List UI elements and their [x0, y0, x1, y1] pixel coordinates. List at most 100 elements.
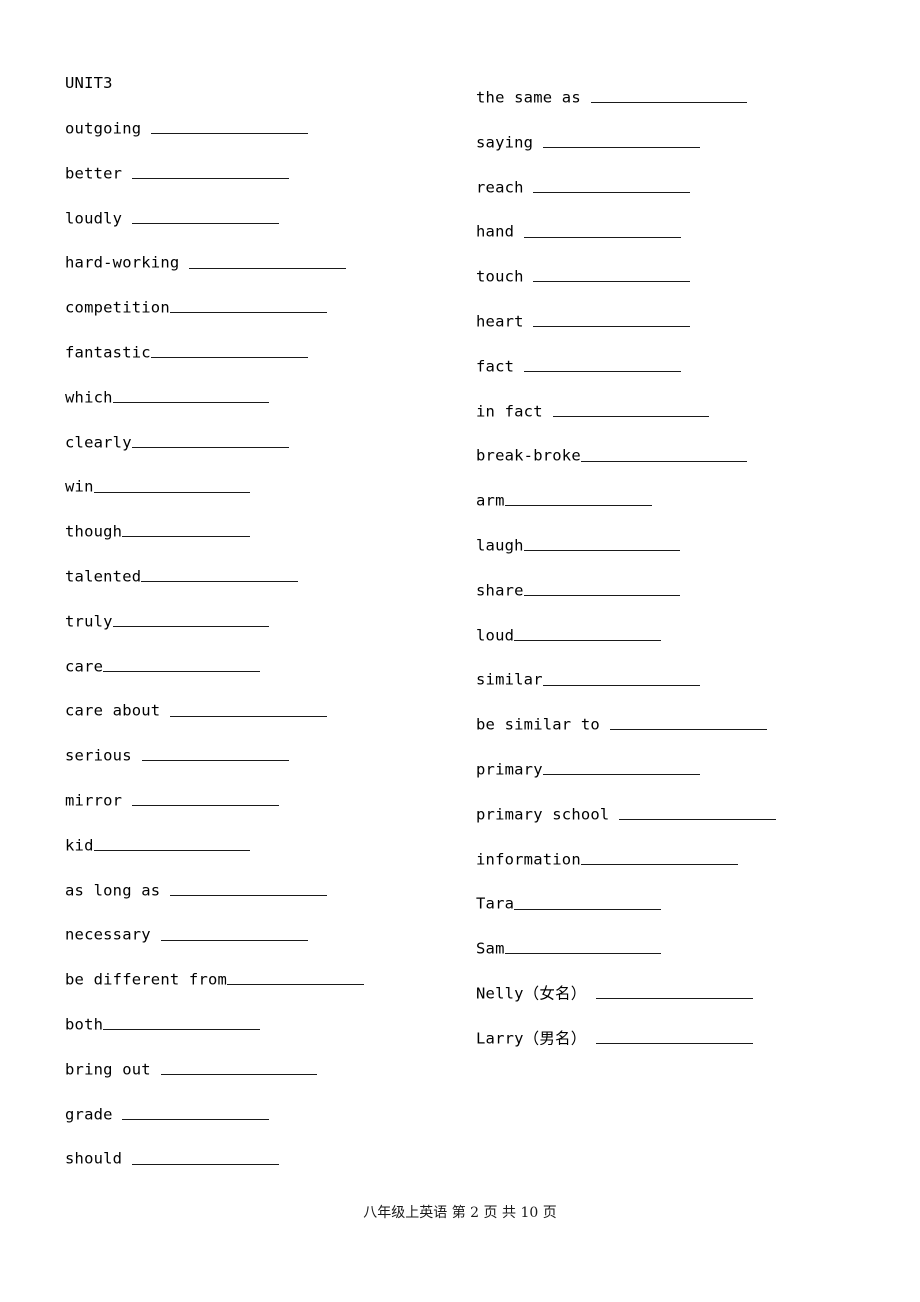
answer-blank[interactable] [112, 612, 270, 628]
answer-blank[interactable] [170, 881, 327, 896]
vocab-entry: Nelly（女名） [476, 984, 754, 1003]
answer-blank[interactable] [523, 222, 681, 238]
answer-blank[interactable] [160, 925, 308, 941]
vocab-word: laugh [476, 536, 524, 555]
vocab-word: fact [476, 357, 515, 376]
answer-blank[interactable] [552, 402, 710, 417]
vocab-entry: outgoing [65, 119, 308, 137]
answer-blank[interactable] [542, 760, 700, 776]
worksheet-page: UNIT3 outgoing better loudly hard-working co… [0, 0, 920, 1302]
vocab-entry: which [65, 388, 270, 407]
vocab-word: Nelly（女名） [476, 984, 587, 1003]
vocab-entry: be different from [65, 970, 365, 988]
answer-blank[interactable] [93, 477, 251, 493]
answer-blank[interactable] [533, 178, 691, 193]
answer-blank[interactable] [151, 119, 308, 135]
answer-blank[interactable] [543, 133, 700, 149]
vocab-word: saying [476, 133, 534, 152]
answer-blank[interactable] [504, 491, 652, 507]
answer-blank[interactable] [131, 433, 289, 448]
vocab-word: reach [476, 177, 524, 196]
answer-blank[interactable] [141, 567, 299, 583]
answer-blank[interactable] [514, 626, 662, 641]
vocab-entry: share [476, 581, 681, 600]
answer-blank[interactable] [533, 267, 691, 283]
answer-blank[interactable] [160, 1060, 318, 1076]
answer-blank[interactable] [141, 746, 289, 762]
vocab-entry: as long as [65, 881, 327, 899]
vocab-word: care about [65, 701, 161, 720]
vocab-word: Sam [476, 939, 505, 958]
answer-blank[interactable] [132, 209, 279, 224]
vocab-entry: touch [476, 267, 691, 285]
answer-blank[interactable] [596, 1029, 754, 1045]
answer-blank[interactable] [580, 850, 738, 865]
vocab-word: kid [65, 836, 94, 855]
answer-blank[interactable] [103, 657, 260, 672]
vocab-entry: laugh [476, 536, 681, 555]
answer-blank[interactable] [170, 701, 327, 717]
vocab-word: information [476, 849, 581, 868]
answer-blank[interactable] [227, 970, 365, 986]
vocab-word: talented [65, 567, 142, 586]
answer-blank[interactable] [150, 343, 308, 359]
vocab-word: which [65, 388, 113, 407]
answer-blank[interactable] [122, 1105, 270, 1120]
answer-blank[interactable] [132, 164, 289, 180]
answer-blank[interactable] [590, 88, 748, 104]
vocab-entry: loudly [65, 209, 279, 227]
vocab-word: heart [476, 312, 524, 331]
vocab-word: as long as [65, 880, 161, 899]
vocab-word: better [65, 164, 123, 183]
vocab-entry: loud [476, 626, 662, 644]
answer-blank[interactable] [542, 670, 700, 686]
answer-blank[interactable] [596, 984, 754, 1000]
vocab-word: be similar to [476, 715, 600, 734]
vocab-entry: saying [476, 133, 700, 151]
vocab-entry: grade [65, 1104, 270, 1123]
answer-blank[interactable] [112, 388, 270, 404]
vocab-word: competition [65, 298, 170, 317]
answer-blank[interactable] [504, 939, 662, 955]
answer-blank[interactable] [169, 298, 327, 314]
answer-blank[interactable] [132, 1149, 279, 1165]
vocab-entry: information [476, 850, 738, 868]
answer-blank[interactable] [523, 581, 681, 597]
answer-blank[interactable] [103, 1015, 260, 1031]
answer-blank[interactable] [609, 715, 767, 731]
vocab-entry: though [65, 522, 250, 540]
vocab-word: in fact [476, 401, 543, 420]
vocab-entry: hand [476, 222, 681, 240]
answer-blank[interactable] [619, 805, 777, 821]
vocab-entry: be similar to [476, 715, 767, 733]
vocab-entry: Sam [476, 939, 662, 958]
vocab-word: hand [476, 222, 515, 241]
vocab-word: grade [65, 1104, 113, 1123]
answer-blank[interactable] [189, 253, 346, 269]
vocab-entry: truly [65, 612, 270, 630]
answer-blank[interactable] [514, 894, 662, 910]
answer-blank[interactable] [132, 791, 279, 807]
vocab-word: serious [65, 746, 132, 765]
answer-blank[interactable] [93, 836, 251, 852]
vocab-word: primary [476, 760, 543, 779]
answer-blank[interactable] [533, 312, 691, 328]
vocab-word: care [65, 656, 104, 675]
vocab-entry: should [65, 1149, 279, 1167]
vocab-entry: win [65, 477, 251, 495]
answer-blank[interactable] [122, 522, 250, 538]
answer-blank[interactable] [580, 446, 748, 462]
vocab-word: share [476, 581, 524, 600]
vocab-word: clearly [65, 432, 132, 451]
page-footer: 八年级上英语 第 2 页 共 10 页 [363, 1205, 557, 1221]
vocab-word: primary school [476, 805, 610, 824]
answer-blank[interactable] [523, 357, 681, 373]
vocab-entry: hard-working [65, 253, 346, 271]
vocab-word: loudly [65, 208, 123, 227]
vocab-word: break-broke [476, 446, 581, 465]
vocab-entry: talented [65, 567, 299, 586]
answer-blank[interactable] [523, 536, 681, 552]
vocab-entry: better [65, 164, 289, 182]
vocab-entry: primary [476, 760, 700, 778]
vocab-entry: arm [476, 491, 652, 509]
